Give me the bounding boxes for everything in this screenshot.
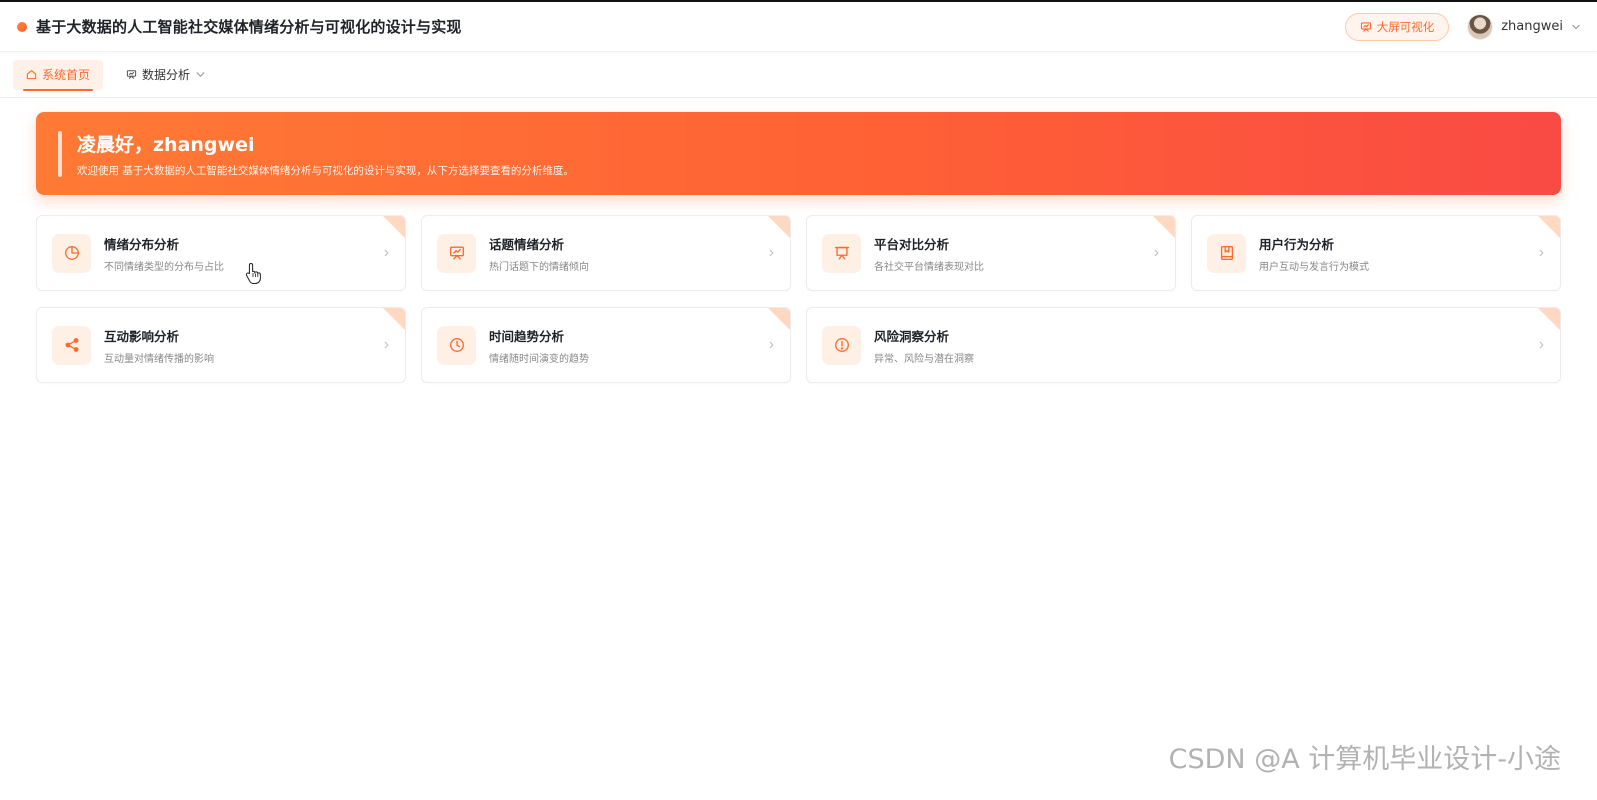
card-text: 话题情绪分析 热门话题下的情绪倾向: [489, 234, 589, 273]
app-header: 基于大数据的人工智能社交媒体情绪分析与可视化的设计与实现 大屏可视化 zhang…: [0, 2, 1597, 52]
alert-icon: [834, 338, 849, 352]
card-text: 互动影响分析 互动量对情绪传播的影响: [104, 326, 214, 365]
home-icon: [26, 70, 37, 80]
brand-dot-icon: [17, 21, 27, 32]
card-text: 平台对比分析 各社交平台情绪表现对比: [874, 234, 984, 273]
tab-home-label: 系统首页: [42, 68, 91, 82]
card-corner-decoration: [383, 216, 405, 238]
card-desc: 情绪随时间演变的趋势: [489, 353, 589, 365]
main-content: 凌晨好，zhangwei 欢迎使用 基于大数据的人工智能社交媒体情绪分析与可视化…: [0, 98, 1597, 383]
tab-home[interactable]: 系统首页: [13, 59, 104, 91]
card-corner-decoration: [768, 308, 790, 330]
card-desc: 用户互动与发言行为模式: [1259, 261, 1369, 273]
card-icon-box: [52, 325, 91, 365]
card-corner-decoration: [1538, 308, 1560, 330]
pie-chart-icon: [64, 246, 79, 260]
card-title: 情绪分布分析: [104, 236, 180, 252]
clock-icon: [449, 338, 464, 352]
card-desc: 不同情绪类型的分布与占比: [104, 261, 224, 273]
card-corner-decoration: [1538, 216, 1560, 238]
card-title: 话题情绪分析: [489, 236, 565, 252]
tab-data-analysis[interactable]: 数据分析: [113, 60, 219, 90]
chevron-right-icon: [1539, 249, 1544, 257]
card-corner-decoration: [383, 308, 405, 330]
presentation-chart-icon: [449, 246, 464, 260]
banner-subtitle: 欢迎使用 基于大数据的人工智能社交媒体情绪分析与可视化的设计与实现，从下方选择要…: [77, 164, 574, 177]
card-title: 风险洞察分析: [874, 328, 950, 344]
card-emotion-distribution[interactable]: 情绪分布分析 不同情绪类型的分布与占比: [36, 215, 406, 291]
card-icon-box: [1207, 233, 1246, 273]
welcome-banner: 凌晨好，zhangwei 欢迎使用 基于大数据的人工智能社交媒体情绪分析与可视化…: [36, 112, 1561, 195]
card-text: 风险洞察分析 异常、风险与潜在洞察: [874, 326, 974, 365]
chevron-right-icon: [384, 249, 389, 257]
card-title: 时间趋势分析: [489, 328, 565, 344]
card-corner-decoration: [768, 216, 790, 238]
username: zhangwei: [1501, 19, 1563, 34]
card-text: 用户行为分析 用户互动与发言行为模式: [1259, 234, 1369, 273]
big-screen-button[interactable]: 大屏可视化: [1344, 12, 1450, 41]
chevron-right-icon: [1539, 341, 1544, 349]
card-title: 互动影响分析: [104, 328, 180, 344]
card-risk-insight[interactable]: 风险洞察分析 异常、风险与潜在洞察: [806, 307, 1561, 383]
header-brand: 基于大数据的人工智能社交媒体情绪分析与可视化的设计与实现: [16, 16, 462, 37]
banner-greeting: 凌晨好，zhangwei: [77, 133, 255, 156]
header-actions: 大屏可视化 zhangwei: [1344, 12, 1581, 41]
card-time-trend[interactable]: 时间趋势分析 情绪随时间演变的趋势: [421, 307, 791, 383]
banner-accent-bar: [58, 130, 62, 177]
hand-pointer-cursor-icon: [245, 262, 261, 284]
card-interaction-impact[interactable]: 互动影响分析 互动量对情绪传播的影响: [36, 307, 406, 383]
card-platform-compare[interactable]: 平台对比分析 各社交平台情绪表现对比: [806, 215, 1176, 291]
chevron-right-icon: [769, 249, 774, 257]
banner-text: 凌晨好，zhangwei 欢迎使用 基于大数据的人工智能社交媒体情绪分析与可视化…: [77, 130, 574, 178]
chevron-right-icon: [384, 341, 389, 349]
watermark-text: CSDN @A 计算机毕业设计-小途: [1168, 744, 1561, 775]
avatar: [1467, 13, 1494, 40]
presentation-chart-icon: [1360, 21, 1371, 32]
board-icon: [834, 246, 849, 260]
card-title: 用户行为分析: [1259, 236, 1335, 252]
chevron-down-icon: [1572, 24, 1580, 29]
card-desc: 互动量对情绪传播的影响: [104, 353, 214, 365]
app-title: 基于大数据的人工智能社交媒体情绪分析与可视化的设计与实现: [36, 18, 462, 36]
card-icon-box: [437, 233, 476, 273]
chevron-right-icon: [1154, 249, 1159, 257]
card-icon-box: [437, 325, 476, 365]
card-topic-emotion[interactable]: 话题情绪分析 热门话题下的情绪倾向: [421, 215, 791, 291]
card-desc: 热门话题下的情绪倾向: [489, 261, 589, 273]
card-icon-box: [822, 233, 861, 273]
card-desc: 异常、风险与潜在洞察: [874, 353, 974, 365]
presentation-chart-icon: [126, 70, 137, 79]
chevron-down-icon: [196, 72, 205, 78]
user-menu[interactable]: zhangwei: [1467, 13, 1581, 40]
card-user-behavior[interactable]: 用户行为分析 用户互动与发言行为模式: [1191, 215, 1561, 291]
share-icon: [65, 338, 78, 352]
chevron-right-icon: [769, 341, 774, 349]
card-text: 时间趋势分析 情绪随时间演变的趋势: [489, 326, 589, 365]
tab-data-analysis-label: 数据分析: [142, 68, 191, 82]
big-screen-label: 大屏可视化: [1376, 19, 1435, 34]
card-corner-decoration: [1153, 216, 1175, 238]
card-icon-box: [52, 233, 91, 273]
card-title: 平台对比分析: [874, 236, 950, 252]
card-text: 情绪分布分析 不同情绪类型的分布与占比: [104, 234, 224, 273]
analysis-card-grid: 情绪分布分析 不同情绪类型的分布与占比 话题情绪分析 热门话题下的情绪倾向 平台…: [36, 215, 1561, 383]
card-icon-box: [822, 325, 861, 365]
card-desc: 各社交平台情绪表现对比: [874, 261, 984, 273]
nav-tabs: 系统首页 数据分析: [0, 52, 1597, 98]
book-icon: [1220, 246, 1233, 260]
